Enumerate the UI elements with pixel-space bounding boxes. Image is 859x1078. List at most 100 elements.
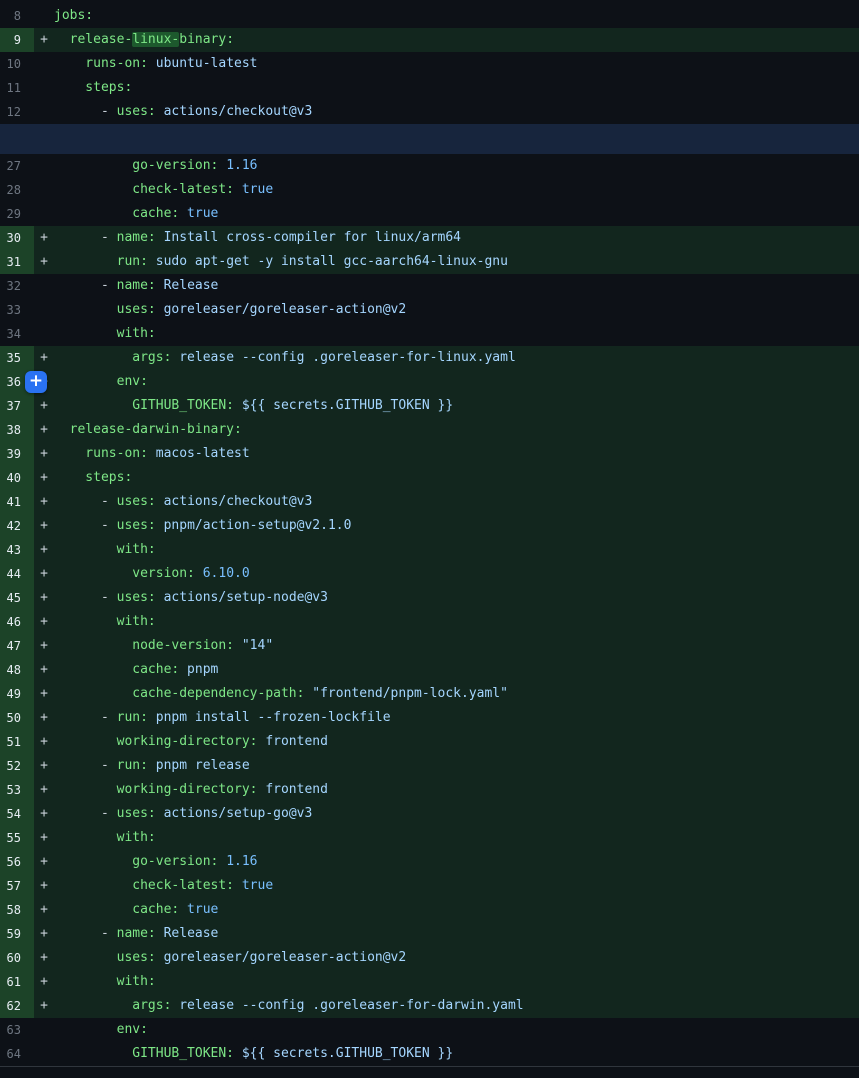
line-number[interactable]: 46 <box>0 610 34 634</box>
diff-added-marker: + <box>34 226 54 250</box>
line-number[interactable]: 44 <box>0 562 34 586</box>
diff-row: 38+ release-darwin-binary: <box>0 418 859 442</box>
diff-row: 40+ steps: <box>0 466 859 490</box>
line-number[interactable]: 42 <box>0 514 34 538</box>
code-line: + with: <box>34 826 859 850</box>
diff-row: 10 runs-on: ubuntu-latest <box>0 52 859 76</box>
yaml-string: Release <box>156 926 219 941</box>
yaml-string: sudo apt-get -y install gcc-aarch64-linu… <box>148 254 508 269</box>
line-number[interactable]: 40 <box>0 466 34 490</box>
line-number[interactable]: 61 <box>0 970 34 994</box>
yaml-key: GITHUB_TOKEN: <box>54 398 234 413</box>
line-number[interactable]: 41 <box>0 490 34 514</box>
yaml-key: steps: <box>54 470 132 485</box>
diff-added-marker: + <box>34 778 54 802</box>
yaml-text: - <box>54 230 117 245</box>
hunk-expander-row[interactable] <box>0 124 859 154</box>
yaml-key: binary: <box>179 32 234 47</box>
code-line: + cache-dependency-path: "frontend/pnpm-… <box>34 682 859 706</box>
line-number[interactable]: 8 <box>0 4 34 28</box>
yaml-constant: true <box>179 206 218 221</box>
line-number[interactable]: 10 <box>0 52 34 76</box>
line-number[interactable]: 12 <box>0 100 34 124</box>
yaml-string: goreleaser/goreleaser-action@v2 <box>156 302 406 317</box>
line-number[interactable]: 56 <box>0 850 34 874</box>
yaml-key: name: <box>117 278 156 293</box>
diff-row: 35+ args: release --config .goreleaser-f… <box>0 346 859 370</box>
line-number[interactable]: 64 <box>0 1042 34 1066</box>
diff-added-marker: + <box>34 730 54 754</box>
line-number[interactable]: 58 <box>0 898 34 922</box>
diff-added-marker: + <box>34 634 54 658</box>
yaml-key: steps: <box>54 80 132 95</box>
diff-added-marker: + <box>34 610 54 634</box>
line-number[interactable]: 33 <box>0 298 34 322</box>
line-number[interactable]: 35 <box>0 346 34 370</box>
line-number[interactable]: 62 <box>0 994 34 1018</box>
code-line: steps: <box>34 76 859 100</box>
line-number[interactable]: 54 <box>0 802 34 826</box>
yaml-key: args: <box>54 350 171 365</box>
line-number[interactable]: 52 <box>0 754 34 778</box>
line-number[interactable]: 11 <box>0 76 34 100</box>
diff-row: 34 with: <box>0 322 859 346</box>
yaml-string: pnpm install --frozen-lockfile <box>148 710 391 725</box>
yaml-string: actions/setup-go@v3 <box>156 806 313 821</box>
code-line: + - uses: pnpm/action-setup@v2.1.0 <box>34 514 859 538</box>
diff-added-marker: + <box>34 562 54 586</box>
line-number[interactable]: 34 <box>0 322 34 346</box>
line-number[interactable]: 55 <box>0 826 34 850</box>
yaml-string: "frontend/pnpm-lock.yaml" <box>304 686 508 701</box>
diff-row: 32 - name: Release <box>0 274 859 298</box>
line-number[interactable]: 51 <box>0 730 34 754</box>
diff-row: 42+ - uses: pnpm/action-setup@v2.1.0 <box>0 514 859 538</box>
diff-row: 62+ args: release --config .goreleaser-f… <box>0 994 859 1018</box>
diff-added-marker: + <box>34 586 54 610</box>
line-number[interactable]: 60 <box>0 946 34 970</box>
code-line: + - uses: actions/setup-go@v3 <box>34 802 859 826</box>
yaml-key: uses: <box>117 590 156 605</box>
diff-added-marker: + <box>34 490 54 514</box>
line-number[interactable]: 48 <box>0 658 34 682</box>
code-line: + - run: pnpm install --frozen-lockfile <box>34 706 859 730</box>
code-line: cache: true <box>34 202 859 226</box>
code-line: GITHUB_TOKEN: ${{ secrets.GITHUB_TOKEN }… <box>34 1042 859 1066</box>
line-number[interactable]: 38 <box>0 418 34 442</box>
add-comment-button[interactable]: + <box>25 371 47 393</box>
yaml-key: uses: <box>54 302 156 317</box>
line-number[interactable]: 57 <box>0 874 34 898</box>
diff-added-marker: + <box>34 970 54 994</box>
line-number[interactable]: 45 <box>0 586 34 610</box>
line-number[interactable]: 50 <box>0 706 34 730</box>
yaml-string: release --config .goreleaser-for-darwin.… <box>171 998 523 1013</box>
line-number[interactable]: 28 <box>0 178 34 202</box>
line-number[interactable]: 29 <box>0 202 34 226</box>
code-line: + args: release --config .goreleaser-for… <box>34 994 859 1018</box>
line-number[interactable]: 39 <box>0 442 34 466</box>
diff-added-marker: + <box>34 706 54 730</box>
line-number[interactable]: 63 <box>0 1018 34 1042</box>
diff-row: 43+ with: <box>0 538 859 562</box>
diff-added-marker: + <box>34 394 54 418</box>
line-number[interactable]: 49 <box>0 682 34 706</box>
code-line: + node-version: "14" <box>34 634 859 658</box>
yaml-key: uses: <box>117 518 156 533</box>
line-number[interactable]: 47 <box>0 634 34 658</box>
line-number[interactable]: 31 <box>0 250 34 274</box>
line-number[interactable]: 43 <box>0 538 34 562</box>
line-number[interactable]: 37 <box>0 394 34 418</box>
line-number[interactable]: 32 <box>0 274 34 298</box>
yaml-constant: true <box>179 902 218 917</box>
line-number[interactable]: 53 <box>0 778 34 802</box>
yaml-word-highlight: linux- <box>132 32 179 47</box>
diff-added-marker: + <box>34 802 54 826</box>
yaml-key: with: <box>54 974 156 989</box>
diff-added-marker: + <box>34 346 54 370</box>
line-number[interactable]: 9 <box>0 28 34 52</box>
line-number[interactable]: 30 <box>0 226 34 250</box>
line-number[interactable]: 59 <box>0 922 34 946</box>
diff-row: 64 GITHUB_TOKEN: ${{ secrets.GITHUB_TOKE… <box>0 1042 859 1066</box>
yaml-key: env: <box>54 1022 148 1037</box>
diff-added-marker: + <box>34 658 54 682</box>
line-number[interactable]: 27 <box>0 154 34 178</box>
